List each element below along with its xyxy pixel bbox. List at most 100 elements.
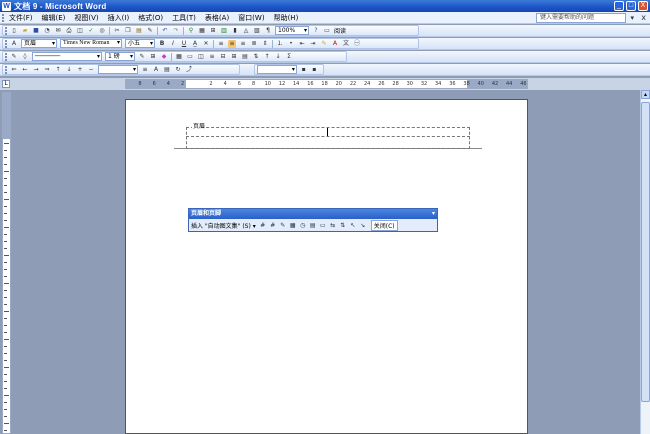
update-toc-icon[interactable]: ↻ — [174, 66, 182, 74]
page-setup-icon[interactable]: ▤ — [309, 221, 317, 229]
horizontal-ruler[interactable]: 8 6 4 2 2 4 6 8 10 12 14 16 18 20 22 24 26 28 30 32 34 36 38 40… — [125, 79, 528, 89]
spelling-icon[interactable]: ✓ — [87, 27, 95, 35]
print-preview-icon[interactable]: ◫ — [76, 27, 84, 35]
show-level-select[interactable] — [98, 65, 138, 74]
document-map-icon[interactable]: ▧ — [253, 27, 261, 35]
zoom-select[interactable]: 100% — [275, 26, 309, 35]
toolbar-grip[interactable] — [5, 52, 7, 61]
autosum-icon[interactable]: Σ — [285, 53, 293, 61]
print-icon[interactable]: ⎙ — [65, 27, 73, 35]
extra-icon-2[interactable]: ▪ — [310, 66, 318, 74]
header-footer-toolbar-title[interactable]: 页眉和页脚 ▾ — [189, 209, 437, 219]
extra-select[interactable] — [257, 65, 297, 74]
demote-icon[interactable]: → — [32, 66, 40, 74]
move-up-icon[interactable]: ↑ — [54, 66, 62, 74]
save-icon[interactable]: ■ — [32, 27, 40, 35]
distributed-icon[interactable]: ≣ — [250, 40, 258, 48]
line-weight-select[interactable]: 1 磅 — [105, 52, 135, 61]
char-scale-icon[interactable]: ✕ — [202, 40, 210, 48]
insert-page-number-icon[interactable]: # — [259, 221, 267, 229]
redo-icon[interactable]: ↷ — [172, 27, 180, 35]
menu-file[interactable]: 文件(F) — [9, 13, 33, 23]
first-line-only-icon[interactable]: ≡ — [141, 66, 149, 74]
border-color-icon[interactable]: ✎ — [138, 53, 146, 61]
sort-desc-icon[interactable]: ↓ — [274, 53, 282, 61]
menu-table[interactable]: 表格(A) — [205, 13, 229, 23]
tables-borders-icon[interactable]: ▦ — [198, 27, 206, 35]
show-previous-icon[interactable]: ↖ — [349, 221, 357, 229]
help-search-input[interactable]: 键入需要帮助的问题 — [536, 13, 626, 23]
insert-time-icon[interactable]: ◷ — [299, 221, 307, 229]
align-right-icon[interactable]: ≡ — [239, 40, 247, 48]
format-painter-icon[interactable]: ✎ — [146, 27, 154, 35]
show-hide-icon[interactable]: ¶ — [264, 27, 272, 35]
show-next-icon[interactable]: ↘ — [359, 221, 367, 229]
vertical-ruler[interactable] — [2, 92, 11, 434]
demote-body-icon[interactable]: ⇒ — [43, 66, 51, 74]
menu-insert[interactable]: 插入(I) — [108, 13, 130, 23]
borders-icon[interactable]: ⊞ — [149, 53, 157, 61]
switch-header-footer-icon[interactable]: ⇅ — [339, 221, 347, 229]
document-page[interactable]: 页眉 — [125, 99, 528, 434]
toolbar-grip[interactable] — [5, 39, 7, 48]
show-hide-text-icon[interactable]: ▭ — [319, 221, 327, 229]
help-icon[interactable]: ? — [312, 27, 320, 35]
read-mode-label[interactable]: 阅读 — [334, 26, 346, 35]
align-justify-icon[interactable]: ≡ — [217, 40, 225, 48]
vertical-scrollbar[interactable]: ▴ — [640, 90, 650, 434]
split-cells-icon[interactable]: ◫ — [197, 53, 205, 61]
line-spacing-icon[interactable]: ⇕ — [261, 40, 269, 48]
menu-edit[interactable]: 编辑(E) — [42, 13, 66, 23]
header-area[interactable] — [186, 127, 470, 149]
text-direction-icon[interactable]: ⇅ — [252, 53, 260, 61]
toolbar-options-icon[interactable]: ▾ — [432, 209, 435, 219]
close-button[interactable]: X — [638, 1, 648, 11]
tab-selector[interactable]: L — [2, 80, 10, 88]
autoformat-icon[interactable]: ▤ — [241, 53, 249, 61]
open-folder-icon[interactable]: ▰ — [21, 27, 29, 35]
font-select[interactable]: Times New Roman — [60, 39, 122, 48]
read-mode-icon[interactable]: ▭ — [323, 27, 331, 35]
bullets-icon[interactable]: • — [287, 40, 295, 48]
master-doc-icon[interactable]: ▤ — [163, 66, 171, 74]
styles-pane-icon[interactable]: A — [10, 40, 18, 48]
menu-view[interactable]: 视图(V) — [74, 13, 98, 23]
style-select[interactable]: 页眉 — [21, 39, 57, 48]
highlight-icon[interactable]: ✎ — [320, 40, 328, 48]
minimize-button[interactable]: _ — [614, 1, 624, 11]
email-icon[interactable]: ✉ — [54, 27, 62, 35]
promote-icon[interactable]: ⇐ — [10, 66, 18, 74]
extra-icon-1[interactable]: ▪ — [300, 66, 308, 74]
new-document-icon[interactable]: ▯ — [10, 27, 18, 35]
help-dropdown-icon[interactable]: ▾ — [630, 14, 634, 22]
same-as-previous-icon[interactable]: ⇆ — [329, 221, 337, 229]
insert-autotext-button[interactable]: 插入 "自动图文集" (S) ▾ — [191, 221, 256, 230]
numbering-icon[interactable]: ⒈ — [276, 40, 284, 48]
undo-icon[interactable]: ↶ — [161, 27, 169, 35]
paste-icon[interactable]: ▤ — [135, 27, 143, 35]
draw-table-icon[interactable]: ✎ — [10, 53, 18, 61]
permission-icon[interactable]: ◔ — [43, 27, 51, 35]
expand-icon[interactable]: + — [76, 66, 84, 74]
sort-asc-icon[interactable]: ↑ — [263, 53, 271, 61]
phonetic-guide-icon[interactable]: 文 — [342, 40, 350, 48]
cut-icon[interactable]: ✂ — [113, 27, 121, 35]
drawing-icon[interactable]: ◬ — [242, 27, 250, 35]
menu-tools[interactable]: 工具(T) — [172, 13, 196, 23]
italic-button[interactable]: I — [169, 40, 177, 48]
document-close-button[interactable]: x — [641, 13, 646, 22]
toolbar-grip[interactable] — [5, 65, 7, 74]
collapse-icon[interactable]: − — [87, 66, 95, 74]
enclose-char-icon[interactable]: ㊀ — [353, 40, 361, 48]
hyperlink-icon[interactable]: ⚲ — [187, 27, 195, 35]
distribute-cols-icon[interactable]: ⊞ — [230, 53, 238, 61]
char-border-icon[interactable]: A̲ — [191, 40, 199, 48]
insert-table-icon[interactable]: ⊞ — [209, 27, 217, 35]
copy-icon[interactable]: ❐ — [124, 27, 132, 35]
line-style-select[interactable]: ─────── — [32, 52, 102, 61]
scroll-thumb[interactable] — [641, 102, 650, 402]
maximize-button[interactable]: □ — [626, 1, 636, 11]
align-cells-icon[interactable]: ≡ — [208, 53, 216, 61]
menu-window[interactable]: 窗口(W) — [238, 13, 264, 23]
menu-grip[interactable] — [2, 13, 5, 22]
